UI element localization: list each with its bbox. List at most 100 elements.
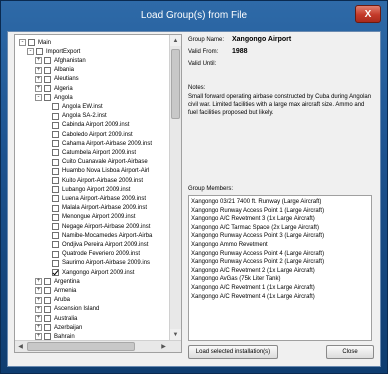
tree-row[interactable]: - ImportExport xyxy=(27,47,80,56)
expand-icon[interactable]: + xyxy=(35,278,42,286)
tree-row[interactable]: Lubango Airport 2009.inst xyxy=(43,185,130,194)
tree-row[interactable]: Catumbela Airport 2009.inst xyxy=(43,148,136,157)
tree-row[interactable]: + Algeria xyxy=(35,84,73,93)
tree-row[interactable]: Saurimo Airport-Airbase 2009.ins xyxy=(43,259,150,268)
scroll-left-icon[interactable]: ◀ xyxy=(15,341,26,352)
tree-row[interactable]: Cabinda Airport 2009.inst xyxy=(43,121,129,130)
tree-row[interactable]: Namibe-Mocamedes Airport-Airba xyxy=(43,231,152,240)
tree-checkbox[interactable] xyxy=(52,195,59,203)
list-item[interactable]: Xangongo Ammo Revetment xyxy=(189,241,371,250)
tree-horizontal-scrollbar[interactable]: ◀ ▶ xyxy=(15,340,181,352)
load-selected-button[interactable]: Load selected installation(s) xyxy=(188,345,278,359)
tree-row[interactable]: Malala Airport-Airbase 2009.inst xyxy=(43,204,147,213)
tree-checkbox[interactable] xyxy=(44,315,51,322)
scroll-right-icon[interactable]: ▶ xyxy=(158,341,169,352)
tree-checkbox[interactable] xyxy=(44,94,51,102)
tree-checkbox[interactable] xyxy=(52,149,59,157)
group-tree-view[interactable]: - Main - ImportExport + Afghanistan + Albania + A… xyxy=(14,34,182,353)
tree-checkbox[interactable] xyxy=(52,269,59,276)
tree-checkbox[interactable] xyxy=(44,324,51,332)
expand-icon[interactable]: + xyxy=(35,75,42,83)
list-item[interactable]: Xangongo A/C Revetment 4 (1x Large Aircr… xyxy=(189,293,371,302)
tree-checkbox[interactable] xyxy=(28,39,35,46)
scroll-thumb-horizontal[interactable] xyxy=(27,342,135,351)
list-item[interactable]: Xangongo Runway Access Point 2 (Large Ai… xyxy=(189,258,371,267)
tree-row[interactable]: + Australia xyxy=(35,314,77,323)
tree-checkbox[interactable] xyxy=(52,131,59,138)
list-item[interactable]: Xangongo A/C Revetment 2 (1x Large Aircr… xyxy=(189,267,371,276)
tree-checkbox[interactable] xyxy=(44,66,51,74)
tree-checkbox[interactable] xyxy=(52,167,59,175)
tree-row[interactable]: + Argentina xyxy=(35,277,80,286)
tree-row[interactable]: + Aruba xyxy=(35,296,70,305)
tree-row[interactable]: + Armenia xyxy=(35,286,76,295)
tree-checkbox[interactable] xyxy=(44,85,51,92)
tree-row[interactable]: + Azerbaijan xyxy=(35,323,82,332)
tree-checkbox[interactable] xyxy=(36,48,43,56)
list-item[interactable]: Xangongo AvGas (75k Liter Tank) xyxy=(189,275,371,284)
expand-icon[interactable]: + xyxy=(35,333,42,340)
tree-row[interactable]: Kuito Airport-Airbase 2009.inst xyxy=(43,176,143,185)
tree-checkbox[interactable] xyxy=(44,305,51,313)
expand-icon[interactable]: + xyxy=(35,57,42,65)
scroll-down-icon[interactable]: ▼ xyxy=(170,329,181,340)
tree-checkbox[interactable] xyxy=(52,177,59,184)
tree-checkbox[interactable] xyxy=(52,112,59,120)
tree-row[interactable]: Xangongo Airport 2009.inst xyxy=(43,268,134,277)
group-members-list[interactable]: Xangongo 03/21 7400 ft. Runway (Large Ai… xyxy=(188,195,372,341)
list-item[interactable]: Xangongo 03/21 7400 ft. Runway (Large Ai… xyxy=(189,198,371,207)
tree-row[interactable]: - Main xyxy=(19,38,51,47)
tree-row[interactable]: Angola EW.inst xyxy=(43,102,103,111)
tree-checkbox[interactable] xyxy=(52,186,59,194)
tree-row[interactable]: + Aleutians xyxy=(35,75,79,84)
expand-icon[interactable]: + xyxy=(35,296,42,304)
expand-icon[interactable]: + xyxy=(35,324,42,332)
tree-row[interactable]: Cuito Cuanavale Airport-Airbase xyxy=(43,158,148,167)
list-item[interactable]: Xangongo Runway Access Point 1 (Large Ai… xyxy=(189,207,371,216)
tree-checkbox[interactable] xyxy=(52,223,59,230)
tree-row[interactable]: Luena Airport-Airbase 2009.inst xyxy=(43,194,146,203)
tree-checkbox[interactable] xyxy=(52,213,59,221)
tree-checkbox[interactable] xyxy=(52,140,59,148)
close-button[interactable]: Close xyxy=(326,345,374,359)
tree-checkbox[interactable] xyxy=(52,241,59,249)
expand-icon[interactable]: + xyxy=(35,66,42,74)
list-item[interactable]: Xangongo A/C Revetment 3 (1x Large Aircr… xyxy=(189,215,371,224)
tree-checkbox[interactable] xyxy=(52,259,59,267)
tree-vertical-scrollbar[interactable]: ▲ ▼ xyxy=(169,35,181,340)
tree-row[interactable]: + Albania xyxy=(35,66,74,75)
window-close-button[interactable]: X xyxy=(355,5,381,23)
title-bar[interactable]: Load Group(s) from File X xyxy=(1,1,387,31)
tree-checkbox[interactable] xyxy=(52,103,59,111)
tree-row[interactable]: + Afghanistan xyxy=(35,56,86,65)
tree-checkbox[interactable] xyxy=(44,278,51,286)
expand-icon[interactable]: + xyxy=(35,85,42,92)
collapse-icon[interactable]: - xyxy=(27,48,34,56)
tree-row[interactable]: Caboledo Airport 2009.inst xyxy=(43,130,133,139)
collapse-icon[interactable]: - xyxy=(19,39,26,46)
tree-row[interactable]: + Ascension Island xyxy=(35,305,99,314)
expand-icon[interactable]: + xyxy=(35,305,42,313)
tree-checkbox[interactable] xyxy=(52,204,59,212)
tree-row[interactable]: Angola SA-2.inst xyxy=(43,112,107,121)
scroll-thumb[interactable] xyxy=(171,49,180,119)
tree-checkbox[interactable] xyxy=(52,232,59,240)
scroll-up-icon[interactable]: ▲ xyxy=(170,35,181,46)
tree-checkbox[interactable] xyxy=(44,57,51,65)
tree-checkbox[interactable] xyxy=(44,75,51,83)
tree-checkbox[interactable] xyxy=(44,296,51,304)
tree-checkbox[interactable] xyxy=(52,121,59,129)
tree-row[interactable]: + Bahrain xyxy=(35,332,75,340)
list-item[interactable]: Xangongo Runway Access Point 3 (Large Ai… xyxy=(189,232,371,241)
tree-row[interactable]: Menongue Airport 2009.inst xyxy=(43,213,135,222)
expand-icon[interactable]: + xyxy=(35,315,42,322)
tree-checkbox[interactable] xyxy=(52,158,59,166)
tree-row[interactable]: Cahama Airport-Airbase 2009.inst xyxy=(43,139,152,148)
collapse-icon[interactable]: - xyxy=(35,94,42,102)
tree-row[interactable]: Negage Airport-Airbase 2009.inst xyxy=(43,222,150,231)
tree-row[interactable]: Huambo Nova Lisboa Airport-Airl xyxy=(43,167,149,176)
tree-checkbox[interactable] xyxy=(44,287,51,295)
list-item[interactable]: Xangongo Runway Access Point 4 (Large Ai… xyxy=(189,250,371,259)
list-item[interactable]: Xangongo A/C Tarmac Space (2x Large Airc… xyxy=(189,224,371,233)
expand-icon[interactable]: + xyxy=(35,287,42,295)
